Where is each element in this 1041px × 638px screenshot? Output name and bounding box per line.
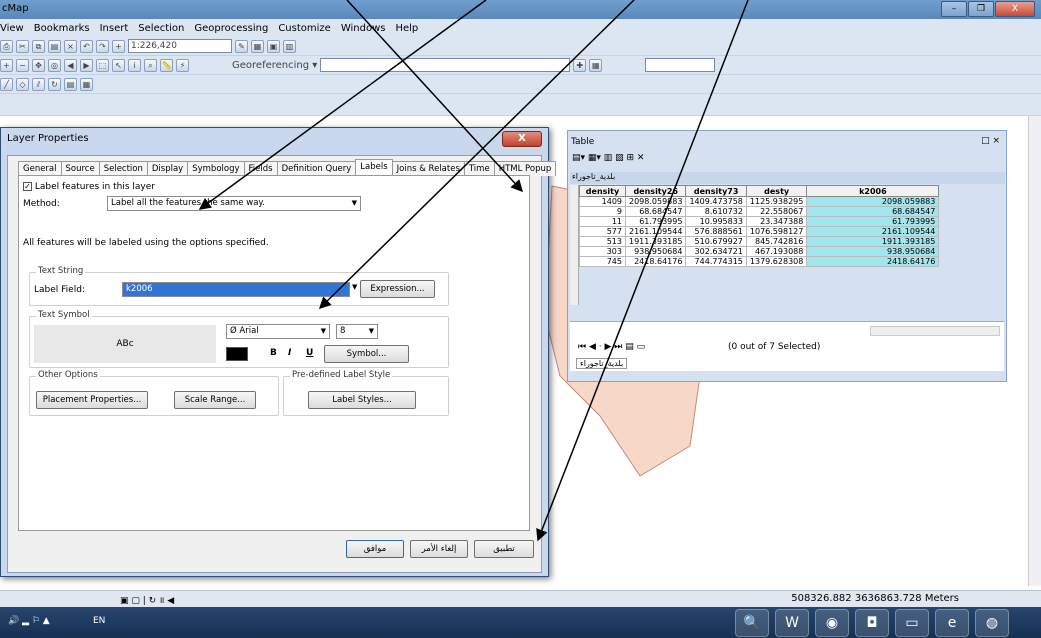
firefox-icon[interactable]: ◍ — [975, 609, 1009, 637]
annotation-arrows — [198, 0, 749, 542]
windows-taskbar: 🔊 ▂ ⚐ ▲ EN 🔍 W ◉ ◘ ▭ e ◍ — [0, 607, 1041, 638]
search-icon[interactable]: 🔍 — [735, 609, 769, 637]
tray-icons[interactable]: 🔊 ▂ ⚐ ▲ — [8, 616, 50, 626]
layout-view-icons[interactable]: ▣ ▢ | ↻ ॥ ◀ — [120, 593, 174, 606]
status-bar: ▣ ▢ | ↻ ॥ ◀ 508326.882 3636863.728 Meter… — [0, 590, 1041, 607]
coordinates-readout: 508326.882 3636863.728 Meters — [791, 593, 959, 604]
word-icon[interactable]: W — [775, 609, 809, 637]
chrome-icon[interactable]: ◉ — [815, 609, 849, 637]
outlook-icon[interactable]: ◘ — [855, 609, 889, 637]
folder-icon[interactable]: ▭ — [895, 609, 929, 637]
ie-icon[interactable]: e — [935, 609, 969, 637]
language-indicator[interactable]: EN — [93, 616, 105, 626]
